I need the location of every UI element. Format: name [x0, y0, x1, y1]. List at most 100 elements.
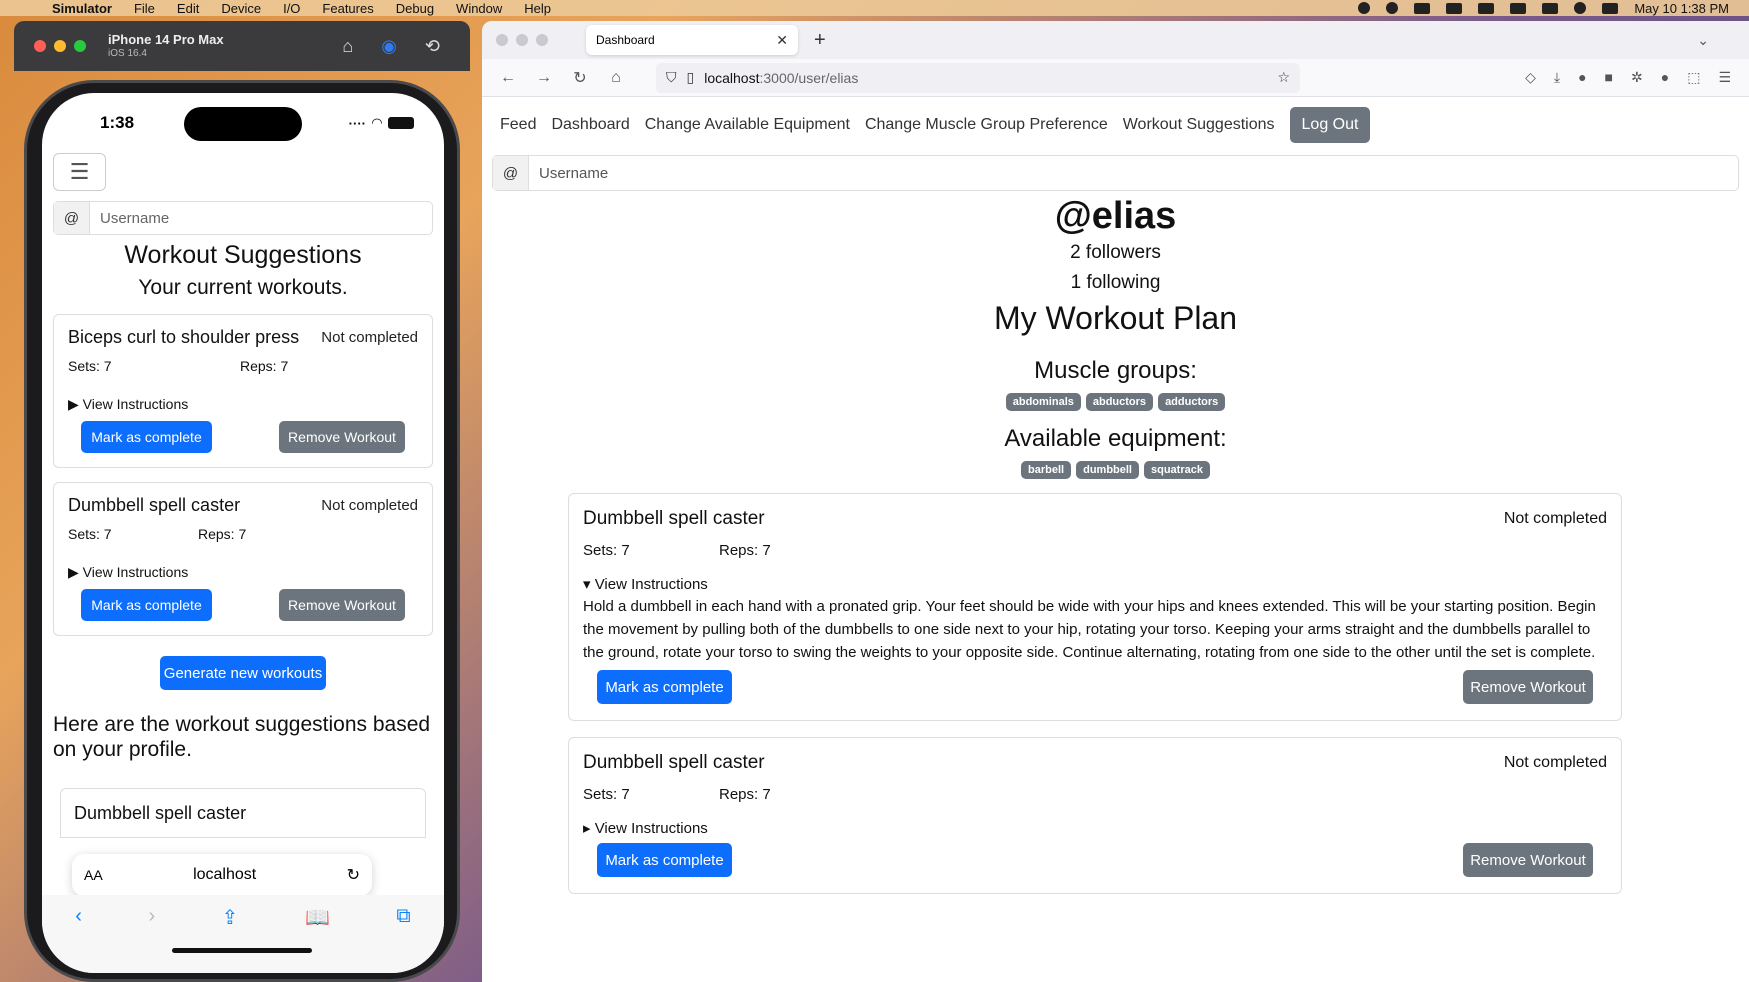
forward-icon[interactable]: › [148, 905, 155, 973]
browser-navigation-bar: ← → ↻ ⌂ ⛉ ▯ localhost:3000/user/elias ☆ … [482, 59, 1749, 97]
view-instructions-toggle[interactable]: ▶ View Instructions [68, 396, 418, 413]
menu-device[interactable]: Device [221, 1, 261, 16]
browser-tab-strip: Dashboard ✕ + ⌄ [482, 21, 1749, 59]
back-icon[interactable]: ‹ [75, 905, 82, 973]
remove-workout-button[interactable]: Remove Workout [279, 421, 405, 453]
close-window-button[interactable] [496, 34, 508, 46]
record-icon[interactable] [1358, 2, 1371, 14]
followers-count[interactable]: 2 followers [492, 242, 1739, 264]
forward-icon[interactable]: → [534, 69, 554, 87]
tab-title: Dashboard [596, 33, 655, 47]
minimize-window-button[interactable] [54, 40, 66, 52]
list-tabs-icon[interactable]: ⌄ [1697, 32, 1709, 49]
close-window-button[interactable] [34, 40, 46, 52]
mark-complete-button[interactable]: Mark as complete [81, 589, 212, 621]
share-icon[interactable]: ⇪ [222, 905, 239, 973]
menu-extra-icon[interactable] [1446, 2, 1463, 14]
muscle-group-badges: abdominals abductors adductors [492, 393, 1739, 411]
view-instructions-toggle[interactable]: ▶ View Instructions [68, 564, 418, 581]
suggestion-card-title: Dumbbell spell caster [74, 803, 247, 824]
disclosure-triangle-icon: ▸ [583, 820, 595, 837]
menu-help[interactable]: Help [524, 1, 551, 16]
screenshot-icon[interactable]: ◉ [381, 36, 397, 57]
nav-workout-suggestions[interactable]: Workout Suggestions [1123, 116, 1275, 134]
home-icon[interactable]: ⌂ [606, 69, 626, 87]
bookmarks-icon[interactable]: 📖 [305, 905, 330, 973]
equipment-badge: squatrack [1143, 461, 1210, 479]
creative-cloud-icon[interactable] [1386, 2, 1399, 14]
at-prefix: @ [54, 202, 90, 234]
iphone-screen: 1:38 ···· ◠ ☰ @ Username Workout Suggest… [42, 93, 444, 973]
menu-edit[interactable]: Edit [177, 1, 199, 16]
logout-button[interactable]: Log Out [1289, 107, 1371, 143]
battery-icon [388, 117, 414, 129]
workout-card: Dumbbell spell caster Not completed Sets… [568, 737, 1622, 894]
app-status-icon[interactable] [1414, 2, 1431, 14]
tabs-icon[interactable]: ⧉ [396, 905, 410, 973]
menu-window[interactable]: Window [456, 1, 502, 16]
menu-app-name[interactable]: Simulator [52, 1, 112, 16]
new-tab-icon[interactable]: + [814, 29, 826, 52]
reload-icon[interactable]: ↻ [347, 865, 360, 885]
menu-debug[interactable]: Debug [396, 1, 434, 16]
bookmark-star-icon[interactable]: ☆ [1277, 69, 1290, 86]
reload-icon[interactable]: ↻ [570, 68, 590, 88]
keyboard-icon[interactable] [1510, 2, 1527, 14]
app-menu-icon[interactable]: ☰ [1718, 69, 1731, 86]
browser-window-controls [496, 34, 548, 46]
extensions-icon[interactable]: ⬚ [1687, 69, 1700, 86]
rotate-icon[interactable]: ⟲ [425, 36, 440, 57]
nav-change-muscle-group[interactable]: Change Muscle Group Preference [865, 116, 1108, 134]
generate-workouts-button[interactable]: Generate new workouts [160, 656, 326, 690]
menu-clock[interactable]: May 10 1:38 PM [1634, 1, 1729, 16]
browser-tab[interactable]: Dashboard ✕ [586, 25, 798, 55]
mark-complete-button[interactable]: Mark as complete [597, 843, 732, 877]
tracking-protection-icon[interactable]: ⛉ [666, 69, 677, 86]
following-count[interactable]: 1 following [492, 272, 1739, 294]
close-tab-icon[interactable]: ✕ [776, 32, 788, 49]
url-host: localhost [704, 69, 760, 86]
remove-workout-button[interactable]: Remove Workout [1463, 843, 1593, 877]
safari-url[interactable]: localhost [193, 866, 256, 884]
view-instructions-toggle[interactable]: ▾ View Instructions [583, 575, 1607, 593]
mark-complete-button[interactable]: Mark as complete [597, 670, 732, 704]
mark-complete-button[interactable]: Mark as complete [81, 421, 212, 453]
safari-address-bar[interactable]: AA localhost ↻ [72, 854, 372, 896]
zoom-window-button[interactable] [74, 40, 86, 52]
zoom-window-button[interactable] [536, 34, 548, 46]
wifi-icon: ◠ [372, 115, 382, 130]
back-icon[interactable]: ← [498, 69, 518, 87]
mute-icon[interactable] [1478, 2, 1495, 14]
page-info-icon[interactable]: ▯ [687, 69, 695, 86]
mobile-username-input[interactable]: Username [90, 202, 432, 234]
view-instructions-toggle[interactable]: ▸ View Instructions [583, 819, 1607, 837]
wifi-icon[interactable] [1574, 2, 1587, 14]
home-icon[interactable]: ⌂ [342, 36, 353, 57]
menu-features[interactable]: Features [322, 1, 373, 16]
remove-workout-button[interactable]: Remove Workout [1463, 670, 1593, 704]
settings-icon[interactable]: ✲ [1631, 69, 1643, 86]
equipment-badge: dumbbell [1076, 461, 1139, 479]
equipment-title: Available equipment: [1004, 425, 1227, 452]
downloads-icon[interactable]: ⤓ [1554, 69, 1560, 86]
at-prefix: @ [493, 156, 529, 190]
extension-icon[interactable]: ● [1578, 69, 1586, 86]
pocket-icon[interactable]: ◇ [1525, 69, 1536, 86]
reader-options-button[interactable]: AA [84, 867, 103, 883]
nav-change-equipment[interactable]: Change Available Equipment [645, 116, 850, 134]
username-input[interactable]: Username [529, 156, 1738, 190]
view-instructions-label: View Instructions [594, 820, 708, 837]
menu-file[interactable]: File [134, 1, 155, 16]
account-icon[interactable]: ● [1661, 69, 1669, 86]
nav-feed[interactable]: Feed [500, 116, 536, 134]
url-path: :3000/user/elias [759, 69, 859, 86]
hamburger-menu-icon[interactable]: ☰ [53, 153, 106, 191]
control-center-icon[interactable] [1602, 2, 1619, 14]
battery-icon[interactable] [1542, 2, 1559, 14]
minimize-window-button[interactable] [516, 34, 528, 46]
remove-workout-button[interactable]: Remove Workout [279, 589, 405, 621]
nav-dashboard[interactable]: Dashboard [551, 116, 629, 134]
url-bar[interactable]: ⛉ ▯ localhost:3000/user/elias ☆ [656, 62, 1300, 93]
menu-io[interactable]: I/O [283, 1, 300, 16]
bitwarden-icon[interactable]: ■ [1605, 69, 1613, 86]
